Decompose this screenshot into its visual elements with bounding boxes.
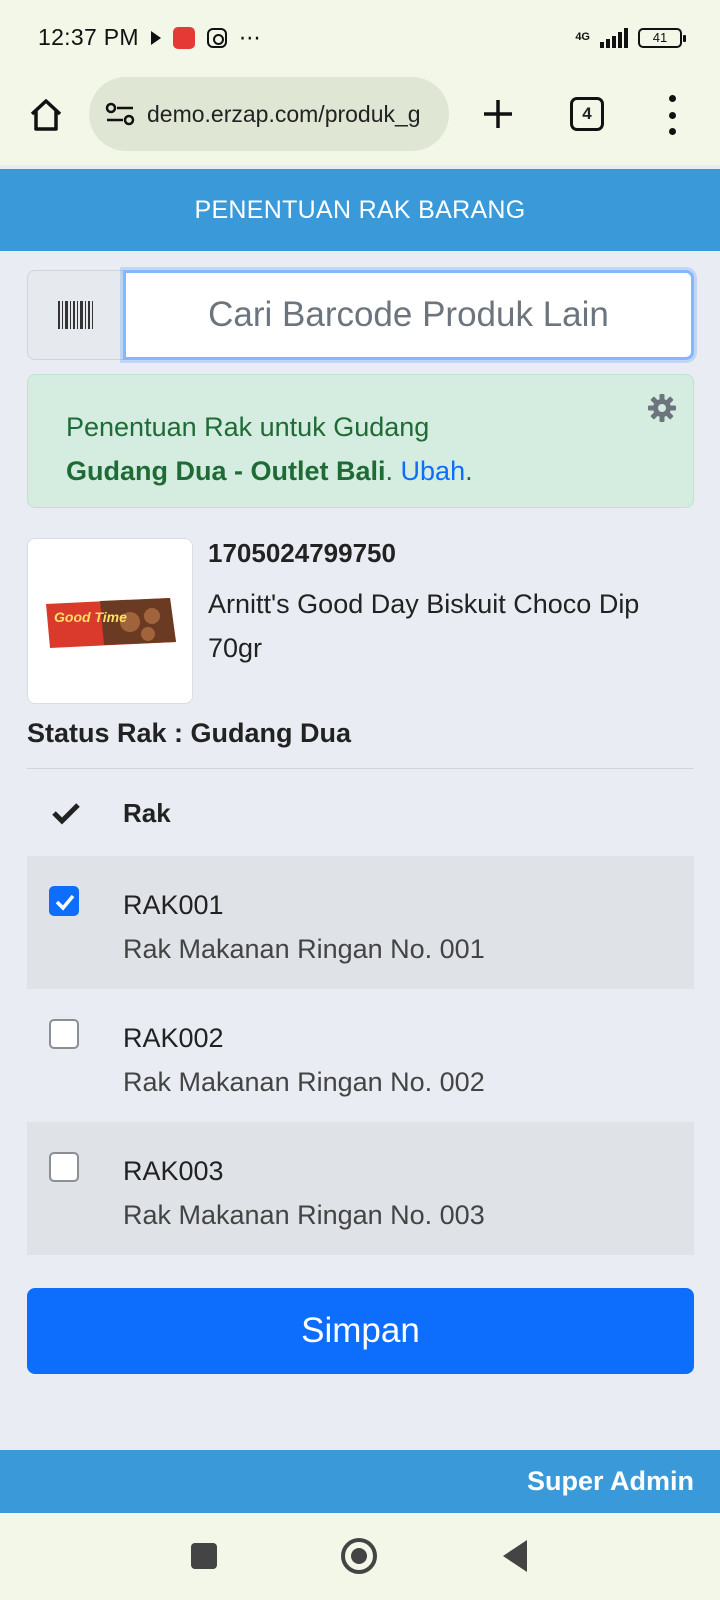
product-image: Good Time xyxy=(27,538,193,704)
site-settings-icon[interactable] xyxy=(105,101,135,127)
alert-end: . xyxy=(465,456,473,486)
barcode-search-input[interactable] xyxy=(123,270,694,360)
footer-bar: Super Admin xyxy=(0,1450,720,1513)
rack-checkbox-rak002[interactable] xyxy=(49,1019,79,1049)
table-row[interactable]: RAK001 Rak Makanan Ringan No. 001 xyxy=(27,856,694,989)
alert-punct: . xyxy=(385,456,394,486)
more-icon: ⋯ xyxy=(238,24,262,50)
rack-code: RAK002 xyxy=(123,1023,224,1053)
rack-code: RAK001 xyxy=(123,890,224,920)
address-bar[interactable]: demo.erzap.com/produk_g xyxy=(89,77,449,151)
system-navigation-bar xyxy=(0,1513,720,1600)
tabs-icon[interactable]: 4 xyxy=(570,97,604,131)
barcode-search xyxy=(27,270,694,360)
browser-toolbar: demo.erzap.com/produk_g 4 xyxy=(0,75,720,165)
change-warehouse-link[interactable]: Ubah xyxy=(401,456,466,486)
battery-level: 41 xyxy=(652,30,668,45)
instagram-icon xyxy=(206,27,227,48)
back-icon[interactable] xyxy=(503,1540,527,1572)
home-icon[interactable] xyxy=(26,95,66,135)
rack-description: Rak Makanan Ringan No. 003 xyxy=(123,1200,485,1230)
table-row[interactable]: RAK003 Rak Makanan Ringan No. 003 xyxy=(27,1122,694,1255)
product-brand-text: Good Time xyxy=(54,609,127,625)
system-indicators: 4G 41 xyxy=(575,27,686,48)
gear-icon[interactable] xyxy=(647,393,677,423)
rack-status: Status Rak : Gudang Dua xyxy=(27,718,352,748)
checkmark-icon xyxy=(52,803,80,825)
status-bar: 12:37 PM ⋯ 4G 41 xyxy=(0,0,720,75)
home-nav-icon[interactable] xyxy=(341,1538,377,1574)
clock: 12:37 PM xyxy=(38,24,139,50)
new-tab-icon[interactable] xyxy=(478,94,518,134)
network-type: 4G xyxy=(575,31,590,43)
rack-code: RAK003 xyxy=(123,1156,224,1186)
column-header-rak: Rak xyxy=(123,798,171,828)
alert-line-2: Gudang Dua - Outlet Bali. Ubah. xyxy=(66,449,693,493)
warehouse-alert: Penentuan Rak untuk Gudang Gudang Dua - … xyxy=(27,374,694,508)
rack-checkbox-rak001[interactable] xyxy=(49,886,79,916)
table-header: Rak xyxy=(27,770,694,856)
rack-checkbox-rak003[interactable] xyxy=(49,1152,79,1182)
warehouse-name: Gudang Dua - Outlet Bali xyxy=(66,456,386,486)
divider xyxy=(27,768,694,769)
rack-description: Rak Makanan Ringan No. 002 xyxy=(123,1067,485,1097)
tab-count: 4 xyxy=(582,104,592,123)
signal-icon xyxy=(600,27,628,48)
save-button[interactable]: Simpan xyxy=(27,1288,694,1374)
menu-icon[interactable] xyxy=(666,95,678,135)
rack-description: Rak Makanan Ringan No. 001 xyxy=(123,934,485,964)
barcode-icon[interactable] xyxy=(27,270,123,360)
product-barcode: 1705024799750 xyxy=(208,538,396,568)
url-text[interactable]: demo.erzap.com/produk_g xyxy=(147,101,421,128)
product-name: Arnitt's Good Day Biskuit Choco Dip 70gr xyxy=(208,589,640,663)
app-notification-icon xyxy=(172,26,195,49)
table-row[interactable]: RAK002 Rak Makanan Ringan No. 002 xyxy=(27,989,694,1122)
rack-table: Rak RAK001 Rak Makanan Ringan No. 001 RA… xyxy=(27,770,694,1255)
alert-line-1: Penentuan Rak untuk Gudang xyxy=(66,412,430,442)
page-title: PENENTUAN RAK BARANG xyxy=(0,169,720,251)
current-user[interactable]: Super Admin xyxy=(527,1466,694,1497)
notification-icons: ⋯ xyxy=(150,24,262,51)
play-icon xyxy=(150,30,161,45)
battery-icon: 41 xyxy=(638,27,686,48)
recent-apps-icon[interactable] xyxy=(191,1543,217,1569)
